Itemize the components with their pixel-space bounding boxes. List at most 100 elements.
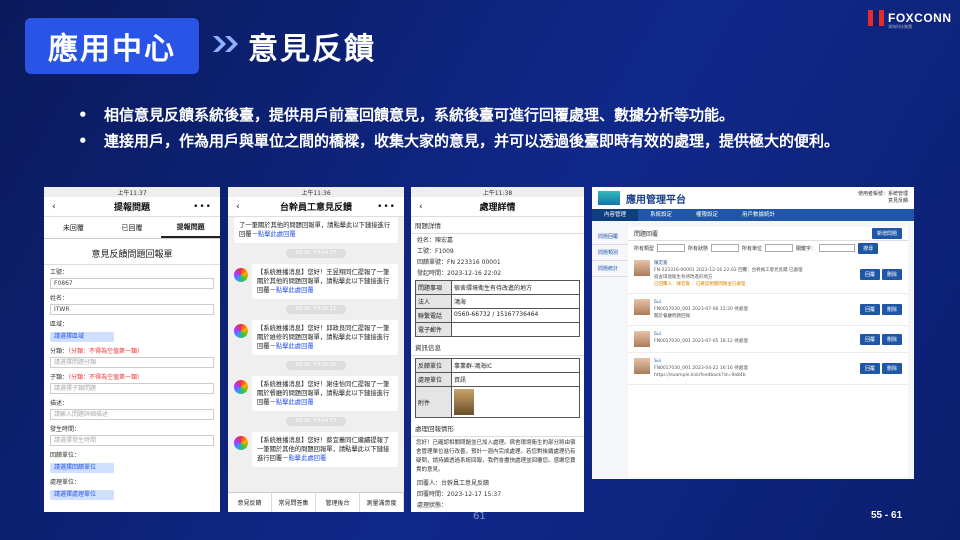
list-item: 陳宏嘉 FN-223316-00001 2023-12-16 22:02 回覆：… xyxy=(628,255,908,294)
bullet-text: 連接用戶，作為用戶與單位之間的橋樑，收集大家的意見，并可以透過後臺即時有效的處理… xyxy=(104,132,840,150)
reply-link[interactable]: 點擊此處回覆 xyxy=(288,455,326,462)
sidebar-item-category[interactable]: 問題類別 xyxy=(592,245,628,261)
message-bubble: 【系統推播消息】您好！王昱翔同仁提報了一筆關於其他的問題回報單，請點擊此以下鏈接… xyxy=(252,264,398,299)
back-icon[interactable]: ‹ xyxy=(419,202,423,212)
sidebar-item-stats[interactable]: 問題統計 xyxy=(592,261,628,277)
app-logo-icon xyxy=(234,268,248,282)
menu-feedback[interactable]: 意見反饋 xyxy=(228,493,272,512)
delete-button[interactable]: 刪除 xyxy=(881,268,902,280)
more-icon[interactable]: ••• xyxy=(193,202,212,212)
message-bubble: 【系統推播消息】您好！邱政良同仁提報了一筆關於維修的問題回報單，請點擊此以下鏈接… xyxy=(252,320,398,355)
reply-button[interactable]: 回覆 xyxy=(859,363,880,374)
time-field[interactable]: 請選擇發生時間 xyxy=(50,435,214,446)
item-lines: Sui FN0017030_001 2023-04-22 16:16 待處理 h… xyxy=(654,358,856,379)
status-select[interactable] xyxy=(711,244,740,252)
item-actions: 回覆 刪除 xyxy=(859,358,902,379)
unit-select[interactable] xyxy=(765,244,794,252)
search-button[interactable]: 搜尋 xyxy=(858,242,879,254)
user-line: 意見反饋 xyxy=(887,198,908,204)
unit-filter[interactable]: 所有單位 xyxy=(742,245,762,252)
tab-report[interactable]: 提報問題 xyxy=(161,217,220,238)
category-select[interactable]: 請選擇問題分類 xyxy=(50,357,214,368)
section-heading: 問題詳情 xyxy=(411,217,584,234)
brand-sub: 鴻海科技集團 xyxy=(888,24,912,29)
nav-bar: ‹ 提報問題 ••• xyxy=(44,197,220,217)
detail-line: 處理狀態： xyxy=(417,502,448,509)
field-label: 子類：（分類：不得為空值第一類） xyxy=(44,370,220,383)
description-field[interactable]: 請輸入問題詳細描述 xyxy=(50,409,214,420)
tab-replied[interactable]: 已回覆 xyxy=(103,217,162,238)
type-select[interactable] xyxy=(657,244,686,252)
back-icon[interactable]: ‹ xyxy=(236,202,240,212)
list-title: 問題回覆 xyxy=(634,231,659,238)
reply-link[interactable]: 點擊此處回覆 xyxy=(276,399,314,406)
reply-link[interactable]: 點擊此處回覆 xyxy=(258,231,296,238)
item-actions: 回覆 刪除 xyxy=(859,260,902,288)
keyword-input[interactable] xyxy=(819,244,856,252)
reply-link[interactable]: 點擊此處回覆 xyxy=(276,287,314,294)
menu-survey[interactable]: 測量滿意度 xyxy=(360,493,404,512)
more-icon[interactable]: ••• xyxy=(377,202,396,212)
tab-unreplied[interactable]: 未回覆 xyxy=(44,217,103,238)
screenshot-detail: 上午11:38 ‹ 處理詳情 問題詳情 姓名：陳宏嘉 工號：F1009 回饋單號… xyxy=(411,187,584,512)
avatar xyxy=(634,358,650,374)
center-page-number: 61 xyxy=(473,511,486,522)
menu-faq[interactable]: 常見問答集 xyxy=(272,493,316,512)
web-user-info: 使用者帳號：系統管理 意見反饋 xyxy=(858,191,908,205)
delete-button[interactable]: 刪除 xyxy=(881,304,902,315)
menu-admin[interactable]: 管理後台 xyxy=(316,493,360,512)
reply-content: 您好！已確認相關問題並已加入處理。宿舍環境衛生的部分將由宿舍管理單位進行改善，預… xyxy=(416,440,576,473)
handling-unit-select[interactable]: 請選擇處理單位 xyxy=(50,490,114,500)
message: 了一筆關於其他的問題回報單，請點擊此以下鏈接進行回覆－點擊此處回覆 xyxy=(228,217,404,243)
item-name: Sui xyxy=(654,332,661,337)
message-bubble: 【系統推播消息】您好！謝佳怡同仁提報了一筆關於餐廳的問題回報單，請點擊此以下鏈接… xyxy=(252,376,398,411)
table-value: 0560-66732 / 15167736464 xyxy=(454,311,539,318)
avatar xyxy=(634,260,650,276)
delete-button[interactable]: 刪除 xyxy=(881,363,902,374)
nav-bar: ‹ 台幹員工意見反饋 ••• xyxy=(228,197,404,217)
nav-settings[interactable]: 系統設定 xyxy=(638,209,684,221)
bullet-dot: • xyxy=(78,132,88,150)
detail-line: 回覆人：台幹員工意見反饋 xyxy=(417,480,490,487)
area-select[interactable]: 請選擇區域 xyxy=(50,332,114,342)
type-filter[interactable]: 所有類型 xyxy=(634,245,654,252)
attachment-thumbnail[interactable] xyxy=(454,389,474,415)
table-row: 法人 鴻海 xyxy=(416,295,579,309)
nav-permissions[interactable]: 權限設定 xyxy=(684,209,730,221)
subcategory-select[interactable]: 請選擇子類問題 xyxy=(50,383,214,394)
delete-button[interactable]: 刪除 xyxy=(881,333,902,345)
detail-line: 工號：F1009 xyxy=(417,248,454,255)
reply-button[interactable]: 回覆 xyxy=(859,333,880,345)
item-name: 陳宏嘉 xyxy=(654,261,668,266)
item-answer: 已回覆人：陳宏嘉 ：已確認相關問題並已處理 xyxy=(654,282,746,287)
name-field[interactable]: ITWR xyxy=(50,304,214,315)
reply-button[interactable]: 回覆 xyxy=(859,304,880,315)
page-title: 意見反饋 xyxy=(248,32,376,67)
reply-button[interactable]: 回覆 xyxy=(859,268,880,280)
employee-id-field[interactable]: F0867 xyxy=(50,278,214,289)
nav-content[interactable]: 內容管理 xyxy=(592,209,639,221)
field-label: 姓名： xyxy=(50,295,69,302)
detail-line: 回饋單號：FN 223316 00001 xyxy=(417,259,501,266)
item-name: Sui xyxy=(654,300,661,305)
table-row: 聯繫電話 0560-66732 / 15167736464 xyxy=(416,309,579,323)
status-filter[interactable]: 所有狀態 xyxy=(688,245,708,252)
sidebar-item-reply[interactable]: 問題回覆 xyxy=(592,229,628,245)
user-line: 使用者帳號：系統管理 xyxy=(857,191,908,197)
back-icon[interactable]: ‹ xyxy=(52,202,56,212)
field-label: 回饋單位： xyxy=(50,452,81,459)
list-item: Sui FN0017030_001 2023-07-06 15:20 待處理 關… xyxy=(628,294,908,326)
message: 【系統推播消息】您好！邱政良同仁提報了一筆關於維修的問題回報單，請點擊此以下鏈接… xyxy=(228,320,404,355)
detail-line: 回覆時間：2023-12-17 15:37 xyxy=(417,491,502,498)
field-label: 描述： xyxy=(50,400,69,407)
bottom-menu: 意見反饋 常見問答集 管理後台 測量滿意度 xyxy=(228,492,404,512)
app-logo-icon xyxy=(234,380,248,394)
form-title: 意見反饋問題回報單 xyxy=(44,239,220,265)
nav-statistics[interactable]: 用戶數據統計 xyxy=(730,209,787,221)
reply-link[interactable]: 點擊此處回覆 xyxy=(276,343,314,350)
status-bar: 上午11:36 xyxy=(228,187,404,197)
item-meta: FN0017030_001 2023-04-22 16:16 待處理 xyxy=(654,366,748,371)
feedback-unit-select[interactable]: 請選擇回饋單位 xyxy=(50,463,114,473)
item-lines: Sui FN0017030_001 2023-07-05 18:12 待處理 xyxy=(654,331,856,347)
new-question-button[interactable]: 新增問題 xyxy=(871,228,902,239)
